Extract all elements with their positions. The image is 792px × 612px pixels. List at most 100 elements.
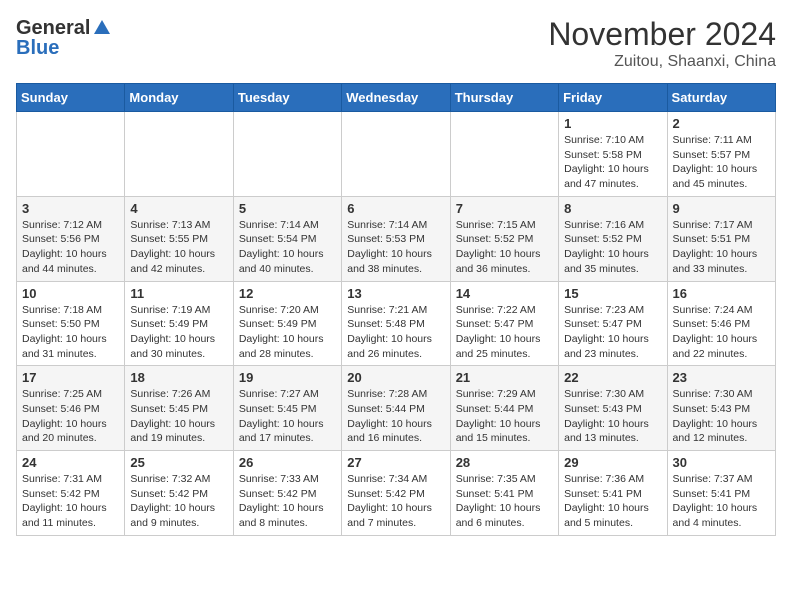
- calendar-cell: 7 Sunrise: 7:15 AMSunset: 5:52 PMDaylight…: [450, 196, 558, 281]
- day-info: Sunrise: 7:34 AMSunset: 5:42 PMDaylight:…: [347, 472, 444, 531]
- day-info: Sunrise: 7:28 AMSunset: 5:44 PMDaylight:…: [347, 387, 444, 446]
- calendar-cell: 2 Sunrise: 7:11 AMSunset: 5:57 PMDaylight…: [667, 112, 775, 197]
- weekday-header-wednesday: Wednesday: [342, 84, 450, 112]
- day-info: Sunrise: 7:20 AMSunset: 5:49 PMDaylight:…: [239, 303, 336, 362]
- day-info: Sunrise: 7:30 AMSunset: 5:43 PMDaylight:…: [564, 387, 661, 446]
- day-info: Sunrise: 7:11 AMSunset: 5:57 PMDaylight:…: [673, 133, 770, 192]
- weekday-header-friday: Friday: [559, 84, 667, 112]
- day-info: Sunrise: 7:26 AMSunset: 5:45 PMDaylight:…: [130, 387, 227, 446]
- calendar-cell: [17, 112, 125, 197]
- calendar-cell: 27 Sunrise: 7:34 AMSunset: 5:42 PMDayligh…: [342, 451, 450, 536]
- day-number: 10: [22, 286, 119, 301]
- day-number: 16: [673, 286, 770, 301]
- day-number: 26: [239, 455, 336, 470]
- day-number: 2: [673, 116, 770, 131]
- day-number: 8: [564, 201, 661, 216]
- day-number: 21: [456, 370, 553, 385]
- calendar-cell: 10 Sunrise: 7:18 AMSunset: 5:50 PMDayligh…: [17, 281, 125, 366]
- day-number: 23: [673, 370, 770, 385]
- day-info: Sunrise: 7:37 AMSunset: 5:41 PMDaylight:…: [673, 472, 770, 531]
- calendar-week-5: 24Sunrise: 7:31 AMSunset: 5:42 PMDayligh…: [17, 451, 776, 536]
- day-info: Sunrise: 7:23 AMSunset: 5:47 PMDaylight:…: [564, 303, 661, 362]
- day-info: Sunrise: 7:17 AMSunset: 5:51 PMDaylight:…: [673, 218, 770, 277]
- day-number: 19: [239, 370, 336, 385]
- day-info: Sunrise: 7:15 AMSunset: 5:52 PMDaylight:…: [456, 218, 553, 277]
- day-info: Sunrise: 7:21 AMSunset: 5:48 PMDaylight:…: [347, 303, 444, 362]
- calendar-cell: 9Sunrise: 7:17 AMSunset: 5:51 PMDaylight…: [667, 196, 775, 281]
- calendar-cell: [125, 112, 233, 197]
- calendar-cell: 3 Sunrise: 7:12 AMSunset: 5:56 PMDaylight…: [17, 196, 125, 281]
- day-info: Sunrise: 7:12 AMSunset: 5:56 PMDaylight:…: [22, 218, 119, 277]
- day-info: Sunrise: 7:25 AMSunset: 5:46 PMDaylight:…: [22, 387, 119, 446]
- day-info: Sunrise: 7:22 AMSunset: 5:47 PMDaylight:…: [456, 303, 553, 362]
- calendar-cell: [233, 112, 341, 197]
- calendar-cell: 25 Sunrise: 7:32 AMSunset: 5:42 PMDayligh…: [125, 451, 233, 536]
- calendar-week-3: 10 Sunrise: 7:18 AMSunset: 5:50 PMDayligh…: [17, 281, 776, 366]
- day-number: 20: [347, 370, 444, 385]
- day-number: 28: [456, 455, 553, 470]
- calendar: SundayMondayTuesdayWednesdayThursdayFrid…: [16, 83, 776, 536]
- day-number: 15: [564, 286, 661, 301]
- calendar-cell: 28 Sunrise: 7:35 AMSunset: 5:41 PMDayligh…: [450, 451, 558, 536]
- logo: General Blue: [16, 16, 111, 60]
- day-number: 29: [564, 455, 661, 470]
- calendar-cell: 17Sunrise: 7:25 AMSunset: 5:46 PMDayligh…: [17, 366, 125, 451]
- day-info: Sunrise: 7:29 AMSunset: 5:44 PMDaylight:…: [456, 387, 553, 446]
- day-number: 13: [347, 286, 444, 301]
- calendar-week-1: 1Sunrise: 7:10 AMSunset: 5:58 PMDaylight…: [17, 112, 776, 197]
- calendar-cell: 15 Sunrise: 7:23 AMSunset: 5:47 PMDayligh…: [559, 281, 667, 366]
- calendar-cell: 18 Sunrise: 7:26 AMSunset: 5:45 PMDayligh…: [125, 366, 233, 451]
- day-info: Sunrise: 7:16 AMSunset: 5:52 PMDaylight:…: [564, 218, 661, 277]
- day-info: Sunrise: 7:31 AMSunset: 5:42 PMDaylight:…: [22, 472, 119, 531]
- calendar-cell: 5Sunrise: 7:14 AMSunset: 5:54 PMDaylight…: [233, 196, 341, 281]
- day-info: Sunrise: 7:30 AMSunset: 5:43 PMDaylight:…: [673, 387, 770, 446]
- calendar-cell: 24Sunrise: 7:31 AMSunset: 5:42 PMDayligh…: [17, 451, 125, 536]
- weekday-header-monday: Monday: [125, 84, 233, 112]
- calendar-week-4: 17Sunrise: 7:25 AMSunset: 5:46 PMDayligh…: [17, 366, 776, 451]
- calendar-cell: 23 Sunrise: 7:30 AMSunset: 5:43 PMDayligh…: [667, 366, 775, 451]
- logo-blue: Blue: [16, 37, 59, 60]
- day-number: 3: [22, 201, 119, 216]
- calendar-cell: [450, 112, 558, 197]
- day-info: Sunrise: 7:27 AMSunset: 5:45 PMDaylight:…: [239, 387, 336, 446]
- day-number: 27: [347, 455, 444, 470]
- day-info: Sunrise: 7:36 AMSunset: 5:41 PMDaylight:…: [564, 472, 661, 531]
- location-title: Zuitou, Shaanxi, China: [548, 53, 776, 71]
- calendar-cell: 19 Sunrise: 7:27 AMSunset: 5:45 PMDayligh…: [233, 366, 341, 451]
- day-number: 14: [456, 286, 553, 301]
- day-number: 18: [130, 370, 227, 385]
- day-info: Sunrise: 7:33 AMSunset: 5:42 PMDaylight:…: [239, 472, 336, 531]
- calendar-cell: 1Sunrise: 7:10 AMSunset: 5:58 PMDaylight…: [559, 112, 667, 197]
- calendar-cell: 6Sunrise: 7:14 AMSunset: 5:53 PMDaylight…: [342, 196, 450, 281]
- calendar-cell: 4Sunrise: 7:13 AMSunset: 5:55 PMDaylight…: [125, 196, 233, 281]
- calendar-cell: 11Sunrise: 7:19 AMSunset: 5:49 PMDayligh…: [125, 281, 233, 366]
- day-number: 25: [130, 455, 227, 470]
- calendar-cell: 21 Sunrise: 7:29 AMSunset: 5:44 PMDayligh…: [450, 366, 558, 451]
- calendar-cell: 30 Sunrise: 7:37 AMSunset: 5:41 PMDayligh…: [667, 451, 775, 536]
- weekday-header-sunday: Sunday: [17, 84, 125, 112]
- calendar-header-row: SundayMondayTuesdayWednesdayThursdayFrid…: [17, 84, 776, 112]
- day-info: Sunrise: 7:14 AMSunset: 5:54 PMDaylight:…: [239, 218, 336, 277]
- day-number: 12: [239, 286, 336, 301]
- calendar-cell: 13 Sunrise: 7:21 AMSunset: 5:48 PMDayligh…: [342, 281, 450, 366]
- page-header: General Blue November 2024 Zuitou, Shaan…: [16, 16, 776, 71]
- day-number: 30: [673, 455, 770, 470]
- month-title: November 2024: [548, 16, 776, 53]
- day-info: Sunrise: 7:24 AMSunset: 5:46 PMDaylight:…: [673, 303, 770, 362]
- calendar-cell: [342, 112, 450, 197]
- day-number: 6: [347, 201, 444, 216]
- weekday-header-saturday: Saturday: [667, 84, 775, 112]
- day-info: Sunrise: 7:19 AMSunset: 5:49 PMDaylight:…: [130, 303, 227, 362]
- calendar-cell: 8 Sunrise: 7:16 AMSunset: 5:52 PMDaylight…: [559, 196, 667, 281]
- weekday-header-tuesday: Tuesday: [233, 84, 341, 112]
- calendar-week-2: 3 Sunrise: 7:12 AMSunset: 5:56 PMDaylight…: [17, 196, 776, 281]
- calendar-cell: 14 Sunrise: 7:22 AMSunset: 5:47 PMDayligh…: [450, 281, 558, 366]
- day-number: 1: [564, 116, 661, 131]
- day-number: 7: [456, 201, 553, 216]
- day-info: Sunrise: 7:32 AMSunset: 5:42 PMDaylight:…: [130, 472, 227, 531]
- calendar-cell: 22Sunrise: 7:30 AMSunset: 5:43 PMDayligh…: [559, 366, 667, 451]
- calendar-cell: 20 Sunrise: 7:28 AMSunset: 5:44 PMDayligh…: [342, 366, 450, 451]
- day-info: Sunrise: 7:35 AMSunset: 5:41 PMDaylight:…: [456, 472, 553, 531]
- day-info: Sunrise: 7:18 AMSunset: 5:50 PMDaylight:…: [22, 303, 119, 362]
- calendar-cell: 26 Sunrise: 7:33 AMSunset: 5:42 PMDayligh…: [233, 451, 341, 536]
